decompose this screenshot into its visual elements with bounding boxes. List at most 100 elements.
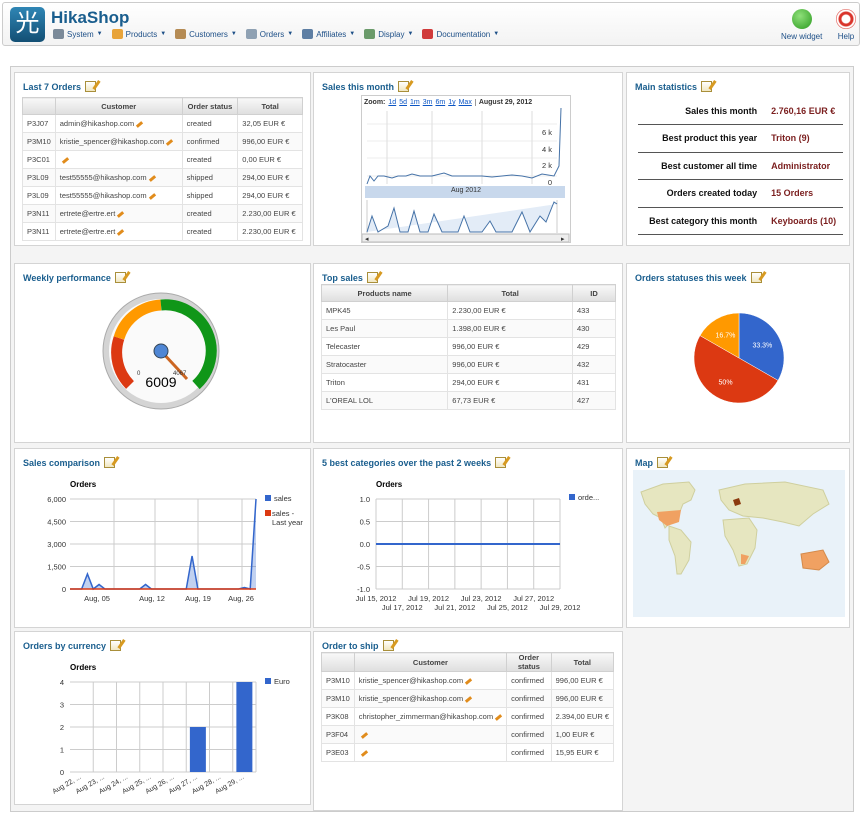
col-header[interactable]: Products name (320, 284, 449, 302)
stock-chart[interactable]: Zoom: 1d 5d 1m 3m 6m 1y Max August 29, 2012 ◂ ▸… (361, 95, 571, 243)
customers-icon (175, 29, 187, 39)
edit-pencil-icon[interactable] (494, 713, 503, 721)
product-name-link[interactable]: Telecaster (320, 337, 449, 356)
hikashop-logo[interactable]: 光 (10, 7, 45, 42)
edit-pencil-icon[interactable] (117, 228, 125, 236)
edit-pencil-icon[interactable] (135, 120, 144, 128)
chevron-down-icon: ▼ (287, 31, 294, 37)
menu-item[interactable]: Affiliates ▼ (302, 29, 355, 39)
table-row[interactable]: P3M10 kristie_spencer@hikashop.com confirm… (321, 689, 615, 708)
menu-item[interactable]: Orders ▼ (245, 29, 294, 39)
table-row[interactable]: Les Paul 1.398,00 EUR €430 (320, 319, 617, 338)
product-name-link[interactable]: Stratocaster (320, 355, 449, 374)
order-number-link[interactable]: P3E03 (321, 743, 355, 762)
table-row[interactable]: P3E03 confirmed 15,95 EUR € (321, 743, 615, 762)
legend-label: sales - Last year (272, 509, 303, 527)
table-row[interactable]: Stratocaster 996,00 EUR €432 (320, 355, 617, 374)
table-row[interactable]: P3M10 kristie_spencer@hikashop.com confirm… (321, 671, 615, 690)
product-name-link[interactable]: L'OREAL LOL (320, 391, 449, 410)
help-button[interactable]: Help (836, 9, 856, 41)
edit-icon[interactable] (85, 81, 97, 92)
order-number-link[interactable]: P3L09 (22, 168, 56, 187)
col-header[interactable]: Customer (353, 652, 508, 672)
edit-pencil-icon[interactable] (360, 731, 368, 739)
order-number-link[interactable]: P3L09 (22, 186, 56, 205)
order-number-link[interactable]: P3N11 (22, 204, 56, 223)
edit-icon[interactable] (398, 81, 410, 92)
y-tick-label: 2 (60, 723, 64, 732)
order-number-link[interactable]: P3M10 (321, 689, 355, 708)
order-number-link[interactable]: P3K08 (321, 707, 355, 726)
new-widget-button[interactable]: New widget (781, 9, 822, 41)
table-row[interactable]: P3L09 test55555@hikashop.com shipped 294,00… (22, 186, 303, 205)
order-number-link[interactable]: P3F04 (321, 725, 355, 744)
col-header[interactable]: Total (237, 97, 303, 115)
menu-item[interactable]: Products ▼ (111, 29, 166, 39)
total-cell: 996,00 EUR € (550, 671, 615, 690)
col-header[interactable]: ID (571, 284, 617, 302)
col-header[interactable]: Order status (506, 652, 552, 672)
bar[interactable] (189, 727, 206, 772)
bar[interactable] (236, 682, 253, 772)
product-name-link[interactable]: Triton (320, 373, 449, 392)
table-row[interactable]: P3K08 christopher_zimmerman@hikashop.com c… (321, 707, 615, 726)
order-number-link[interactable]: P3M10 (321, 671, 355, 690)
order-number-link[interactable]: P3N11 (22, 222, 56, 241)
menu-item[interactable]: System ▼ (53, 29, 103, 39)
menu-item-label: Customers (189, 29, 228, 39)
table-row[interactable]: P3F04 confirmed 1,00 EUR € (321, 725, 615, 744)
col-header[interactable]: Customer (54, 97, 183, 115)
table-row[interactable]: L'OREAL LOL 67,73 EUR €427 (320, 391, 617, 410)
table-row[interactable]: Telecaster 996,00 EUR €429 (320, 337, 617, 356)
edit-pencil-icon[interactable] (360, 749, 368, 757)
table-row[interactable]: P3C01 created 0,00 EUR € (22, 150, 303, 169)
edit-pencil-icon[interactable] (148, 174, 156, 182)
edit-icon[interactable] (366, 272, 378, 283)
col-header[interactable]: Total (447, 284, 573, 302)
total-cell: 294,00 EUR € (237, 186, 303, 205)
navigator-scrollbar[interactable] (362, 233, 570, 242)
menu-item[interactable]: Documentation ▼ (422, 29, 499, 39)
edit-icon[interactable] (382, 640, 394, 651)
edit-pencil-icon[interactable] (61, 156, 69, 164)
edit-pencil-icon[interactable] (148, 192, 156, 200)
legend-swatch (265, 510, 271, 516)
edit-pencil-icon[interactable] (464, 677, 473, 685)
table-row[interactable]: Triton 294,00 EUR €431 (320, 373, 617, 392)
table-row[interactable]: P3L09 test55555@hikashop.com shipped 294,00… (22, 168, 303, 187)
menu-item[interactable]: Display ▼ (364, 29, 413, 39)
table-row[interactable]: P3J07 admin@hikashop.com created 32,05 EUR … (22, 114, 303, 133)
widget-sales-comparison: Sales comparison Orders 6,000 4,500 3,000 1,… (14, 448, 311, 628)
total-cell: 2.230,00 EUR € (237, 204, 303, 223)
status-cell: created (181, 114, 239, 133)
pie-slice-label: 16.7% (716, 333, 736, 340)
order-number-link[interactable]: P3J07 (22, 114, 56, 133)
affiliates-icon (302, 29, 314, 39)
australia-region (800, 549, 830, 571)
col-header[interactable]: Order status (181, 97, 239, 115)
menu-item[interactable]: Customers ▼ (175, 29, 237, 39)
edit-pencil-icon[interactable] (117, 210, 125, 218)
app-title[interactable]: HikaShop (51, 8, 129, 28)
total-cell: 996,00 EUR € (447, 337, 573, 356)
table-row[interactable]: P3N11 ertrete@ertre.ert created 2.230,00 EU… (22, 222, 303, 241)
table-row[interactable]: P3N11 ertrete@ertre.ert created 2.230,00 EU… (22, 204, 303, 223)
edit-pencil-icon[interactable] (165, 138, 174, 146)
chart-title: Orders (70, 480, 97, 489)
africa-shape (722, 517, 758, 567)
widget-last-orders: Last 7 Orders Customer Order status Tota… (14, 72, 311, 246)
table-row[interactable]: P3M10 kristie_spencer@hikashop.com confirm… (22, 132, 303, 151)
table-row[interactable]: MPK45 2.230,00 EUR €433 (320, 301, 617, 320)
edit-icon[interactable] (701, 81, 713, 92)
edit-icon[interactable] (657, 457, 668, 468)
status-cell: confirmed (506, 671, 552, 690)
product-name-link[interactable]: MPK45 (320, 301, 449, 320)
y-axis-ticks: 6 k4 k2 k0 (542, 125, 552, 191)
edit-pencil-icon[interactable] (464, 695, 473, 703)
world-map[interactable] (633, 470, 845, 617)
col-header[interactable]: Total (550, 652, 615, 672)
order-number-link[interactable]: P3C01 (22, 150, 56, 169)
product-name-link[interactable]: Les Paul (320, 319, 449, 338)
y-tick-label: 3,000 (47, 540, 66, 549)
order-number-link[interactable]: P3M10 (22, 132, 56, 151)
